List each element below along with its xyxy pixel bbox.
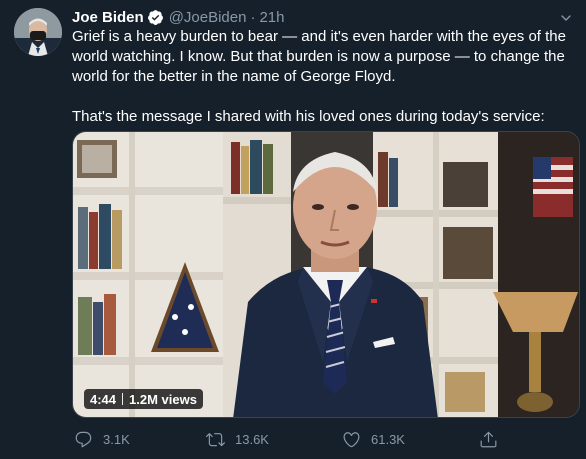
reply-count: 3.1K xyxy=(103,431,130,447)
tweet-paragraph-1: Grief is a heavy burden to bear — and it… xyxy=(72,28,566,85)
retweet-count: 13.6K xyxy=(235,431,269,447)
video-duration-badge: 4:44 1.2M views xyxy=(84,389,203,409)
tweet-timestamp[interactable]: 21h xyxy=(259,9,284,26)
video-views: 1.2M views xyxy=(129,391,197,407)
verified-badge-icon xyxy=(147,9,164,26)
retweet-icon xyxy=(206,432,225,446)
tweet-actions: 3.1K 13.6K 61.3K xyxy=(72,428,512,450)
retweet-button[interactable]: 13.6K xyxy=(206,430,269,449)
like-icon xyxy=(343,431,360,447)
badge-divider xyxy=(122,393,124,405)
share-button[interactable] xyxy=(479,430,508,449)
like-count: 61.3K xyxy=(371,431,405,447)
author-handle[interactable]: @JoeBiden xyxy=(169,9,247,26)
tweet[interactable]: Joe Biden @JoeBiden · 21h Grief is a hea… xyxy=(0,0,586,459)
author-name[interactable]: Joe Biden xyxy=(72,9,144,26)
like-button[interactable]: 61.3K xyxy=(342,430,405,449)
reply-button[interactable]: 3.1K xyxy=(74,430,130,449)
video-thumbnail xyxy=(73,132,579,417)
video-player[interactable] xyxy=(72,131,580,418)
tweet-paragraph-2: That's the message I shared with his lov… xyxy=(72,108,545,125)
video-duration: 4:44 xyxy=(90,391,117,407)
chevron-down-icon[interactable] xyxy=(558,10,574,26)
tweet-text: Grief is a heavy burden to bear — and it… xyxy=(72,27,578,127)
reply-icon xyxy=(75,431,92,447)
share-icon xyxy=(480,431,497,447)
tweet-header: Joe Biden @JoeBiden · 21h xyxy=(72,6,285,28)
avatar[interactable] xyxy=(14,8,62,56)
header-separator: · xyxy=(250,8,256,26)
